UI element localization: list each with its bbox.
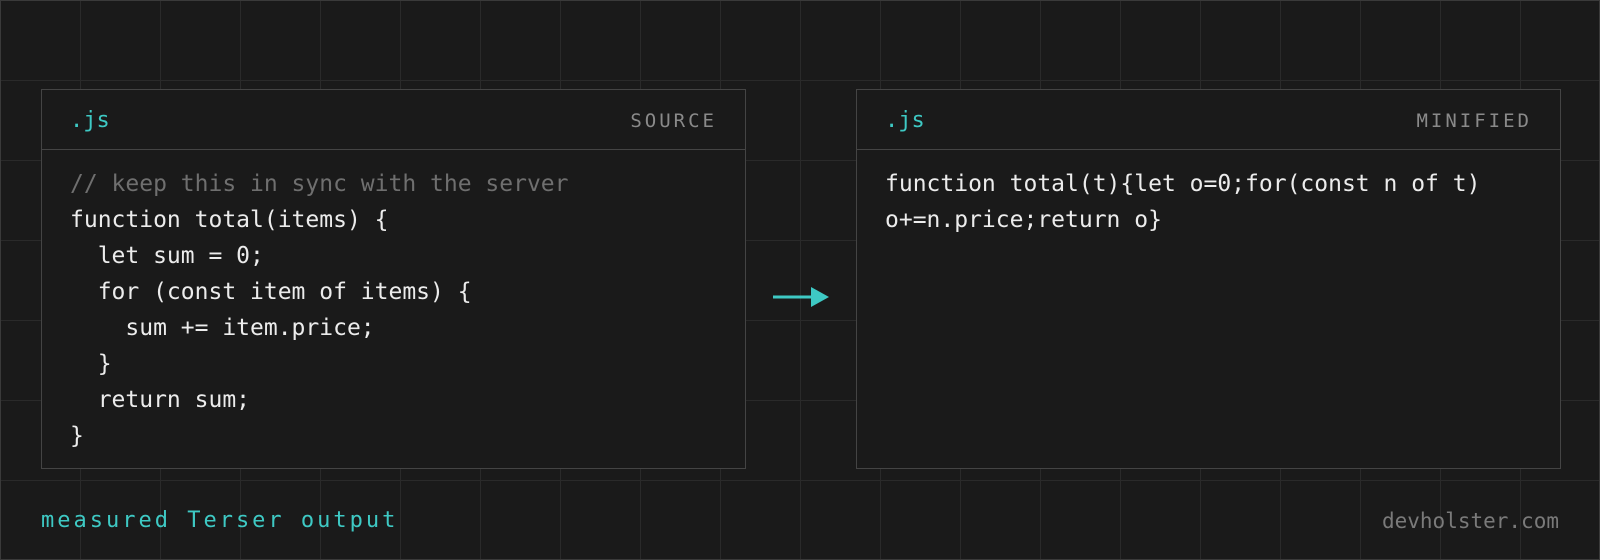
source-extension-label: .js xyxy=(70,108,110,133)
minified-extension-label: .js xyxy=(885,108,925,133)
source-panel: .js SOURCE // keep this in sync with the… xyxy=(41,89,746,469)
code-line: function total(items) { xyxy=(70,207,389,233)
code-line: o+=n.price;return o} xyxy=(885,207,1162,233)
minified-panel-header: .js MINIFIED xyxy=(857,90,1560,150)
source-kind-label: SOURCE xyxy=(630,110,717,132)
footer-site-link[interactable]: devholster.com xyxy=(1382,509,1559,533)
code-line: sum += item.price; xyxy=(70,315,375,341)
code-line: return sum; xyxy=(70,387,251,413)
code-line: for (const item of items) { xyxy=(70,279,472,305)
code-line: function total(t){let o=0;for(const n of… xyxy=(885,171,1481,197)
code-line: } xyxy=(70,351,112,377)
minified-kind-label: MINIFIED xyxy=(1416,110,1532,132)
canvas: .js SOURCE // keep this in sync with the… xyxy=(0,0,1600,560)
arrow-right-icon xyxy=(773,287,829,307)
source-code-block: // keep this in sync with the server func… xyxy=(70,166,725,454)
code-line: } xyxy=(70,423,84,449)
minified-code-block: function total(t){let o=0;for(const n of… xyxy=(885,166,1540,238)
footer-caption: measured Terser output xyxy=(41,508,399,533)
source-panel-header: .js SOURCE xyxy=(42,90,745,150)
minified-panel: .js MINIFIED function total(t){let o=0;f… xyxy=(856,89,1561,469)
code-comment-line: // keep this in sync with the server xyxy=(70,171,569,197)
code-line: let sum = 0; xyxy=(70,243,264,269)
